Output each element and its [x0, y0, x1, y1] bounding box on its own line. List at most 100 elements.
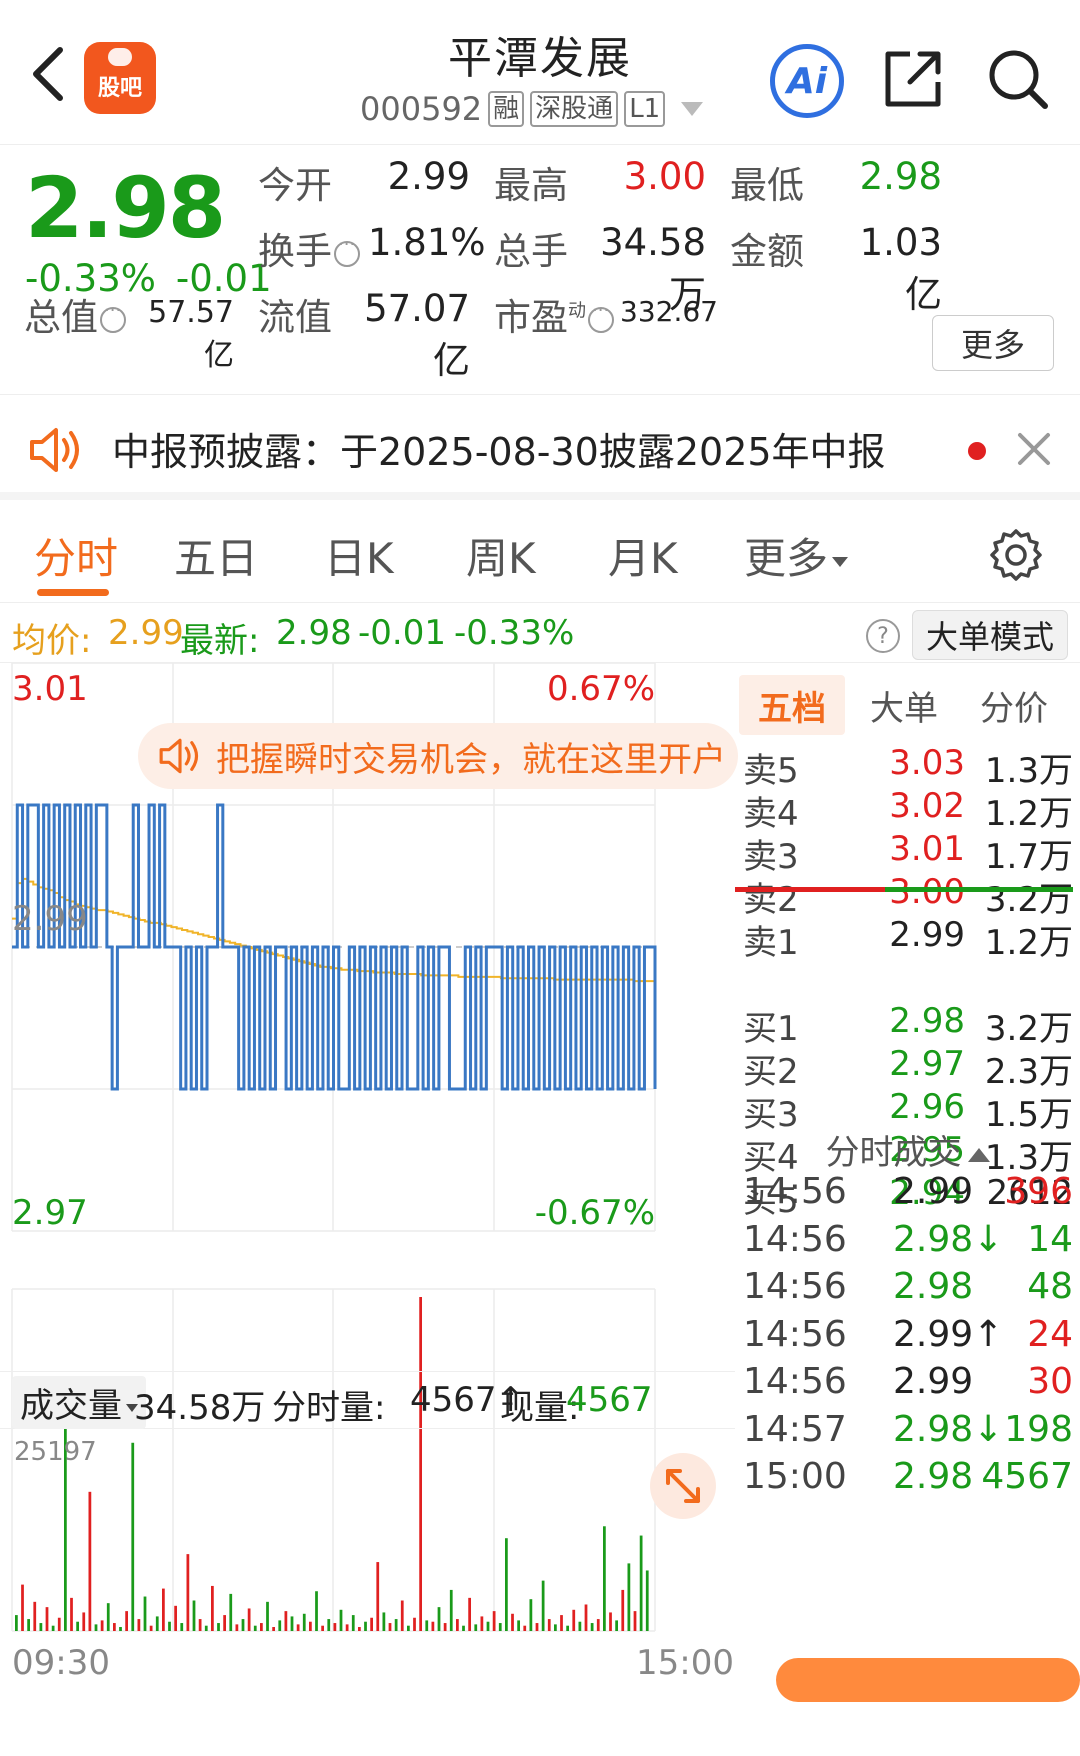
volume-indicator-select[interactable]: 成交量 — [12, 1376, 146, 1429]
high-value: 3.00 — [623, 155, 706, 198]
tick-trades-title-text: 分时成交 — [825, 1133, 962, 1173]
volume-bar — [327, 1619, 331, 1631]
big-order-mode-button[interactable]: 大单模式 — [912, 610, 1068, 660]
trade-row: 15:00 2.98 4567 — [743, 1456, 1073, 1508]
volume-bar — [94, 1624, 98, 1631]
chevron-down-icon[interactable] — [681, 102, 704, 116]
volume-bar — [364, 1621, 367, 1631]
level-label: 卖3 — [743, 837, 799, 877]
tab-monthly-k[interactable]: 月K — [608, 525, 678, 586]
stock-code-row[interactable]: 000592 融 深股通 L1 — [360, 90, 704, 128]
stock-code: 000592 — [360, 90, 483, 128]
level-price: 3.03 — [889, 743, 965, 783]
turnover-label[interactable]: 换手 — [258, 221, 362, 275]
volume-bar — [492, 1611, 496, 1631]
level-price: 3.00 — [889, 872, 965, 912]
ask-row[interactable]: 卖2 3.00 3.2万 — [743, 872, 1073, 920]
tab-big-orders[interactable]: 大单 — [851, 675, 957, 735]
ask-row[interactable]: 卖1 2.99 1.2万 — [743, 915, 1073, 963]
volume-bar — [566, 1625, 570, 1631]
tab-more[interactable]: 更多 — [744, 525, 849, 586]
trade-time: 14:56 — [743, 1361, 847, 1402]
open-account-promo[interactable]: 把握瞬时交易机会，就在这里开户 — [138, 723, 738, 789]
avg-info-row: 均价: 2.99 最新: 2.98 -0.01 -0.33% ? 大单模式 — [0, 605, 1080, 663]
pe-label-text: 市盈 — [494, 296, 568, 339]
chart-tabs: 分时 五日 日K 周K 月K 更多 — [0, 505, 1080, 603]
notice-bar[interactable]: 中报预披露：于2025-08-30披露2025年中报 — [0, 395, 1080, 500]
volume-bar — [376, 1562, 380, 1631]
turnover-value: 1.81% — [368, 221, 486, 264]
share-icon[interactable] — [880, 46, 946, 112]
trade-action-bar[interactable] — [776, 1658, 1080, 1702]
pe-sup: 动 — [568, 300, 586, 322]
volume-bar — [253, 1625, 257, 1631]
trade-price: 2.98↓ — [893, 1218, 1004, 1260]
volume-bar — [229, 1593, 233, 1631]
intraday-chart-svg — [11, 663, 657, 1632]
tab-five-levels[interactable]: 五档 — [739, 675, 845, 735]
trade-volume: 198 — [1004, 1408, 1073, 1450]
volume-bar — [547, 1619, 551, 1631]
tab-five-day[interactable]: 五日 — [174, 525, 258, 586]
volume-bar — [560, 1615, 563, 1631]
trade-time: 14:56 — [743, 1171, 847, 1212]
current-volume-value: 4567 — [566, 1380, 653, 1420]
ask-row[interactable]: 卖5 3.03 1.3万 — [743, 743, 1073, 791]
search-icon[interactable] — [985, 46, 1051, 112]
volume-bar — [100, 1620, 104, 1631]
trade-time: 14:56 — [743, 1313, 847, 1355]
expand-icon[interactable] — [650, 1453, 716, 1519]
volume-bar — [621, 1589, 625, 1631]
volume-bar — [290, 1616, 294, 1631]
latest-change-pct: -0.33% — [454, 613, 575, 653]
pe-label[interactable]: 市盈动 — [494, 287, 616, 341]
volume-bar — [162, 1588, 165, 1631]
volume-bar — [217, 1623, 220, 1631]
latest-label: 最新: — [180, 621, 260, 661]
close-icon[interactable] — [1012, 427, 1056, 471]
more-button[interactable]: 更多 — [932, 315, 1054, 371]
volume-bar — [82, 1612, 86, 1631]
pct-bottom-label: -0.67% — [534, 1193, 655, 1233]
volume-bar — [315, 1591, 318, 1631]
volume-bar — [21, 1584, 24, 1631]
bid-row[interactable]: 买1 2.98 3.2万 — [743, 1001, 1073, 1049]
latest-value: 2.98 — [276, 613, 352, 653]
volume-max-label: 25197 — [14, 1437, 97, 1467]
ask-row[interactable]: 卖3 3.01 1.7万 — [743, 829, 1073, 877]
notice-text: 中报预披露：于2025-08-30披露2025年中报 — [112, 430, 886, 474]
volume-bar — [180, 1623, 184, 1631]
volume-bar — [51, 1625, 55, 1631]
info-icon[interactable] — [100, 300, 126, 333]
help-icon[interactable]: ? — [866, 619, 900, 653]
level-price: 2.99 — [889, 915, 965, 955]
volume-bar — [431, 1621, 435, 1631]
level-label: 卖5 — [743, 751, 799, 791]
quote-panel: 2.98 -0.33% -0.01 今开 2.99 最高 3.00 最低 2.98… — [0, 145, 1080, 395]
volume-bar — [535, 1623, 539, 1631]
amount-value: 1.03亿 — [859, 221, 942, 316]
tab-weekly-k[interactable]: 周K — [466, 525, 536, 586]
tab-price-distribution[interactable]: 分价 — [961, 675, 1067, 735]
volume-bar — [174, 1605, 178, 1631]
y-axis-top-label: 3.01 — [12, 669, 88, 709]
info-icon[interactable] — [334, 234, 360, 267]
volume-bar — [223, 1615, 227, 1631]
margin-tag: 融 — [488, 91, 525, 127]
level-price: 3.01 — [889, 829, 965, 869]
tab-intraday[interactable]: 分时 — [34, 525, 118, 586]
ask-row[interactable]: 卖4 3.02 1.2万 — [743, 786, 1073, 834]
tick-trades-title[interactable]: 分时成交 — [735, 1125, 1080, 1174]
info-icon[interactable] — [588, 300, 614, 333]
ai-icon[interactable]: Ai — [770, 44, 844, 118]
turnover-label-text: 换手 — [258, 230, 332, 273]
caret-down-icon — [832, 556, 849, 567]
level-tag: L1 — [624, 91, 666, 127]
tab-daily-k[interactable]: 日K — [324, 525, 394, 586]
float-label: 流值 — [258, 296, 332, 339]
mktcap-label[interactable]: 总值 — [24, 287, 128, 341]
bid-row[interactable]: 买2 2.97 2.3万 — [743, 1044, 1073, 1092]
level-price: 3.02 — [889, 786, 965, 826]
intraday-chart[interactable]: 3.01 0.67% 2.99 2.97 -0.67% 把握瞬时交易机会，就在这… — [0, 663, 738, 1693]
gear-icon[interactable] — [988, 527, 1044, 583]
